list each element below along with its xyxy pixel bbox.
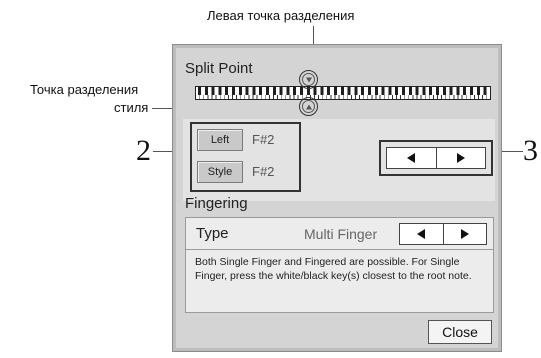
- split-point-increment-button[interactable]: [435, 148, 486, 168]
- left-split-value: F#2: [252, 132, 275, 147]
- marker-down-icon: [305, 77, 312, 82]
- fingering-description: Both Single Finger and Fingered are poss…: [195, 256, 472, 282]
- style-split-button[interactable]: Style: [197, 161, 243, 183]
- arrow-right-icon: [460, 229, 469, 239]
- left-split-annotation: Левая точка разделения: [207, 8, 355, 23]
- fingering-type-label: Type: [196, 225, 229, 242]
- split-point-title: Split Point: [185, 60, 253, 77]
- left-split-button[interactable]: Left: [197, 129, 243, 151]
- fingering-type-next-button[interactable]: [442, 224, 487, 244]
- fingering-type-previous-button[interactable]: [400, 224, 443, 244]
- callout-number-2: 2: [136, 134, 151, 167]
- split-point-fingering-panel: Split Point Left F#2 Style F#2 Fingering…: [172, 44, 502, 352]
- arrow-left-icon: [417, 229, 426, 239]
- keyboard-icon: [195, 86, 491, 100]
- split-point-decrement-button[interactable]: [387, 148, 436, 168]
- arrow-left-icon: [407, 153, 416, 163]
- style-split-marker[interactable]: [302, 100, 315, 113]
- fingering-type-arrow-buttons: [399, 223, 487, 245]
- fingering-type-value: Multi Finger: [304, 226, 378, 242]
- marker-up-icon: [305, 104, 312, 109]
- split-settings-area: Left F#2 Style F#2: [183, 119, 495, 201]
- fingering-box: Type Multi Finger Both Single Finger and…: [185, 217, 494, 313]
- style-split-annotation-line1: Точка разделения: [30, 82, 139, 97]
- arrow-right-icon: [456, 153, 465, 163]
- style-split-annotation-line2: стиля: [114, 100, 149, 115]
- callout-number-3: 3: [523, 134, 538, 167]
- style-split-value: F#2: [252, 164, 275, 179]
- fingering-title: Fingering: [185, 195, 248, 212]
- split-point-arrow-buttons: [386, 147, 486, 169]
- close-button[interactable]: Close: [428, 320, 492, 344]
- fingering-type-row: Type Multi Finger: [186, 218, 493, 250]
- left-split-marker[interactable]: [302, 73, 315, 86]
